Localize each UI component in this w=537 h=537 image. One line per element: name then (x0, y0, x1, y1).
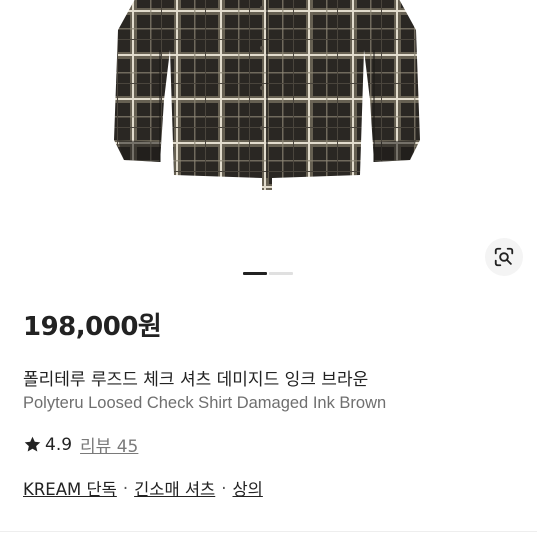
product-name-korean: 폴리테루 루즈드 체크 셔츠 데미지드 잉크 브라운 (23, 370, 369, 390)
rating-value: 4.9 (45, 434, 73, 455)
image-search-button[interactable] (485, 238, 523, 276)
rating-row: 4.9 리뷰 45 (23, 432, 138, 457)
section-divider (0, 531, 537, 532)
product-name-english: Polyteru Loosed Check Shirt Damaged Ink … (23, 394, 387, 412)
category-link-kream-exclusive[interactable]: KREAM 단독 (23, 476, 117, 500)
product-image (114, 0, 420, 190)
product-image-area[interactable] (0, 0, 537, 292)
breadcrumb-separator: · (221, 478, 227, 498)
category-breadcrumb: KREAM 단독 · 긴소매 셔츠 · 상의 (23, 476, 263, 500)
review-count-link[interactable]: 리뷰 45 (80, 432, 138, 457)
gallery-dot-1[interactable] (243, 272, 267, 275)
lens-search-icon (494, 247, 514, 267)
breadcrumb-separator: · (122, 478, 129, 498)
category-link-long-sleeve-shirt[interactable]: 긴소매 셔츠 (134, 476, 215, 500)
product-price: 198,000원 (23, 312, 162, 342)
gallery-dot-2[interactable] (269, 272, 293, 275)
category-link-tops[interactable]: 상의 (233, 476, 263, 500)
star-icon (24, 436, 41, 452)
gallery-indicator (243, 272, 293, 275)
